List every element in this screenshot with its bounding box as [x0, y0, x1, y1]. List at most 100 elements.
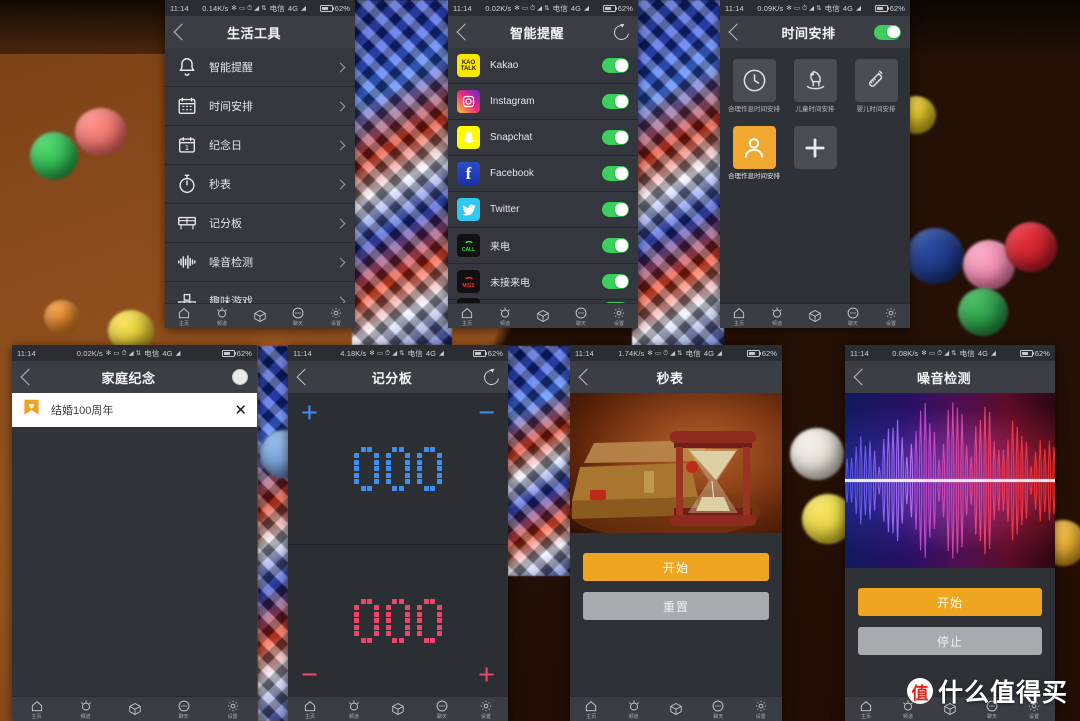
nav-item-home[interactable]: 主页 [288, 699, 332, 720]
status-battery: 62% [761, 348, 777, 358]
nav-item-home[interactable]: 主页 [570, 699, 612, 720]
anniversary-entry[interactable]: 结婚100周年 ✕ [12, 393, 257, 427]
list-item[interactable]: 记分板 [165, 204, 355, 243]
nav-item-channel[interactable]: 频道 [612, 699, 654, 720]
list-item[interactable]: 1 纪念日 [165, 126, 355, 165]
refresh-icon[interactable] [481, 366, 502, 388]
nav-item-channel[interactable]: 频道 [758, 306, 796, 327]
nav-item-chat[interactable]: 聊天 [420, 699, 464, 720]
score-minus-top[interactable]: − [478, 398, 495, 427]
nav-item-cube[interactable] [796, 309, 834, 323]
bottom-nav[interactable]: 主页 频道 聊天 设置 [570, 696, 782, 721]
nav-item-cube[interactable] [524, 309, 562, 323]
list-item[interactable]: Snapchat [448, 120, 638, 156]
stop-button[interactable]: 停止 [858, 627, 1042, 655]
grid-item-add[interactable] [791, 126, 839, 180]
bottom-nav[interactable]: 主页 频道 聊天 设置 [720, 303, 910, 328]
panel-scoreboard[interactable]: 11:14 4.18K/s ✻ ▭ ⏱ ◢ ⇅ 电信 4G ◢ 62% 记分板 … [288, 345, 508, 721]
app-toggle[interactable] [602, 302, 629, 303]
calendar-one-icon: 1 [176, 134, 198, 156]
panel-smart-reminder[interactable]: 11:14 0.02K/s ✻ ▭ ⏱ ◢ ⇅ 电信 4G ◢ 62% 智能提醒… [448, 0, 638, 328]
nav-item-chat[interactable]: 聊天 [697, 699, 739, 720]
status-carrier: 电信 [685, 348, 701, 358]
bottom-nav[interactable]: 主页 频道 聊天 设置 [845, 696, 1055, 721]
bottom-nav[interactable]: 主页 频道 聊天 设置 [448, 303, 638, 328]
list-item[interactable]: Instagram [448, 84, 638, 120]
grid-item[interactable]: 合理作息时间安排 [728, 59, 780, 113]
nav-item-home[interactable]: 主页 [448, 306, 486, 327]
nav-item-settings[interactable]: 设置 [600, 306, 638, 327]
nav-item-cube[interactable] [241, 309, 279, 323]
list-item[interactable]: 趣味游戏 [165, 282, 355, 303]
nav-item-channel[interactable]: 频道 [486, 306, 524, 327]
nav-item-chat[interactable]: 聊天 [971, 699, 1013, 720]
panel-family-anniversary[interactable]: 11:14 0.02K/s ✻ ▭ ⏱ ◢ ⇅ 电信 4G ◢ 62% 家庭纪念… [12, 345, 257, 721]
nav-label: 主页 [178, 320, 189, 327]
nav-item-cube[interactable] [655, 702, 697, 716]
status-battery: 62% [487, 348, 503, 358]
nav-item-cube[interactable] [376, 702, 420, 716]
nav-item-chat[interactable]: 聊天 [159, 699, 208, 720]
nav-item-cube[interactable] [929, 702, 971, 716]
list-item[interactable]: MISS 未接来电 [448, 264, 638, 300]
list-item[interactable]: 秒表 [165, 165, 355, 204]
avatar-icon[interactable] [232, 369, 248, 385]
nav-item-chat[interactable]: 聊天 [562, 306, 600, 327]
app-toggle[interactable] [602, 58, 629, 73]
nav-item-home[interactable]: 主页 [12, 699, 61, 720]
nav-item-home[interactable]: 主页 [165, 306, 203, 327]
nav-item-chat[interactable]: 聊天 [834, 306, 872, 327]
list-item[interactable]: f Facebook [448, 156, 638, 192]
nav-item-settings[interactable]: 设置 [464, 699, 508, 720]
nav-item-settings[interactable]: 设置 [1013, 699, 1055, 720]
nav-item-channel[interactable]: 频道 [61, 699, 110, 720]
reset-button[interactable]: 重置 [583, 592, 769, 620]
score-plus-top[interactable]: + [301, 398, 318, 427]
nav-item-home[interactable]: 主页 [720, 306, 758, 327]
app-toggle[interactable] [602, 130, 629, 145]
bottom-nav[interactable]: 主页 频道 聊天 设置 [288, 696, 508, 721]
panel-noise-detection[interactable]: 11:14 0.08K/s ✻ ▭ ⏱ ◢ ⇅ 电信 4G ◢ 62% 噪音检测… [845, 345, 1055, 721]
score-plus-bottom[interactable]: + [478, 660, 495, 689]
nav-item-settings[interactable]: 设置 [872, 306, 910, 327]
app-name: Kakao [490, 60, 519, 71]
app-toggle[interactable] [602, 238, 629, 253]
nav-item-channel[interactable]: 频道 [887, 699, 929, 720]
list-item[interactable]: 智能提醒 [165, 48, 355, 87]
panel-life-tools[interactable]: 11:14 0.14K/s ✻ ▭ ⏱ ◢ ⇅ 电信 4G ◢ 62% 生活工具… [165, 0, 355, 328]
start-button[interactable]: 开始 [583, 553, 769, 581]
refresh-icon[interactable] [611, 21, 632, 43]
panel-time-arrange[interactable]: 11:14 0.09K/s ✻ ▭ ⏱ ◢ ⇅ 电信 4G ◢ 62% 时间安排… [720, 0, 910, 328]
nav-item-cube[interactable] [110, 702, 159, 716]
life-tools-list: 智能提醒 时间安排 1 纪念日 秒表 记分板 噪音检测 趣味游戏 [165, 48, 355, 303]
app-toggle[interactable] [602, 94, 629, 109]
nav-item-settings[interactable]: 设置 [317, 306, 355, 327]
nav-item-chat[interactable]: 聊天 [279, 306, 317, 327]
start-button[interactable]: 开始 [858, 588, 1042, 616]
close-icon[interactable]: ✕ [234, 403, 247, 418]
nav-item-home[interactable]: 主页 [845, 699, 887, 720]
list-item[interactable]: 时间安排 [165, 87, 355, 126]
nav-item-channel[interactable]: 频道 [332, 699, 376, 720]
panel-stopwatch[interactable]: 11:14 1.74K/s ✻ ▭ ⏱ ◢ ⇅ 电信 4G ◢ 62% 秒表 开… [570, 345, 782, 721]
score-value-bottom [354, 598, 442, 643]
bottom-nav[interactable]: 主页 频道 聊天 设置 [165, 303, 355, 328]
app-toggle[interactable] [602, 274, 629, 289]
grid-item[interactable]: 婴儿时间安排 [852, 59, 900, 113]
app-toggle[interactable] [602, 202, 629, 217]
list-item[interactable]: CALL 来电 [448, 228, 638, 264]
bottom-nav[interactable]: 主页 频道 聊天 设置 [12, 696, 257, 721]
grid-item[interactable]: 合理作息时间安排 [728, 126, 780, 180]
app-toggle[interactable] [602, 166, 629, 181]
score-minus-bottom[interactable]: − [301, 660, 318, 689]
list-item[interactable]: KAO TALK Kakao [448, 48, 638, 84]
nav-item-settings[interactable]: 设置 [740, 699, 782, 720]
nav-item-channel[interactable]: 频道 [203, 306, 241, 327]
grid-item[interactable]: 儿童时间安排 [791, 59, 839, 113]
nav-label: 主页 [586, 713, 597, 720]
master-toggle[interactable] [874, 24, 901, 40]
nav-label: 主页 [461, 320, 472, 327]
nav-item-settings[interactable]: 设置 [208, 699, 257, 720]
list-item[interactable]: 噪音检测 [165, 243, 355, 282]
list-item[interactable]: Twitter [448, 192, 638, 228]
